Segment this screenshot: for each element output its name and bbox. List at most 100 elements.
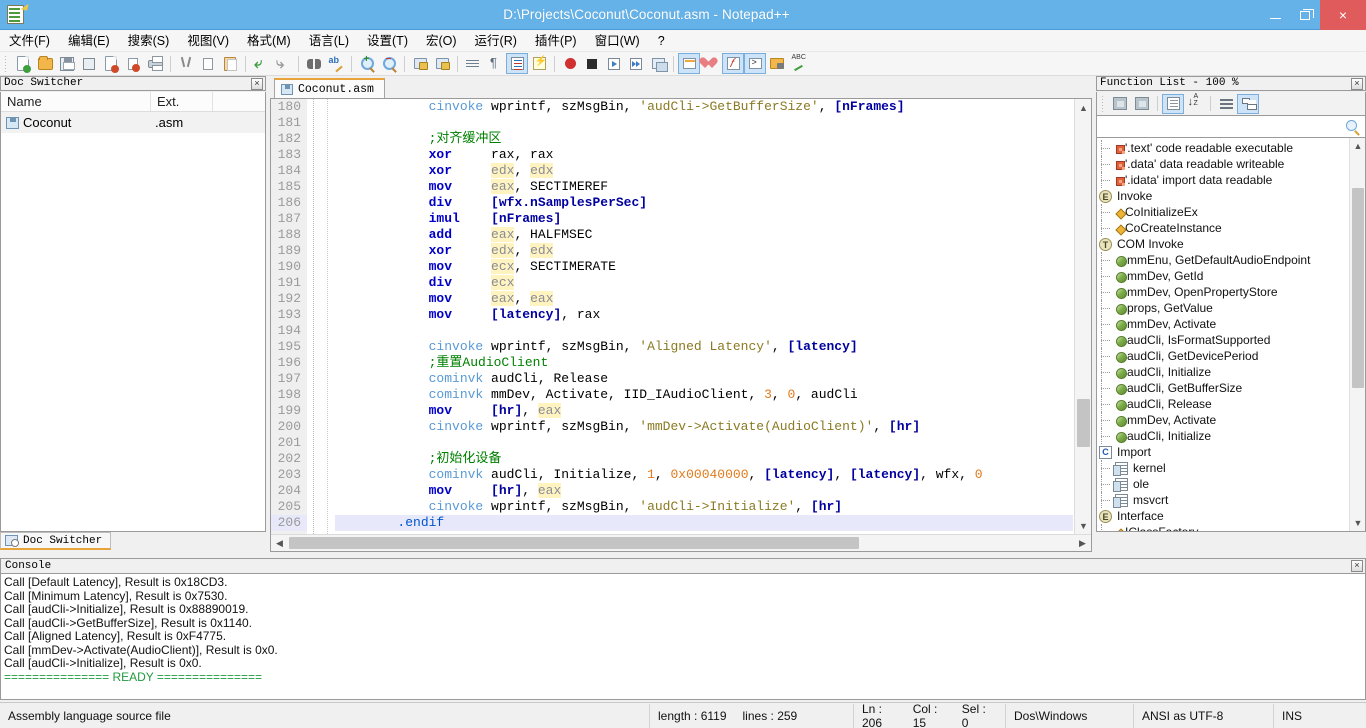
function-list-tree[interactable]: '.text' code readable executable '.data' … bbox=[1096, 138, 1366, 532]
close-button[interactable]: × bbox=[1320, 0, 1366, 30]
sync-vertical-scroll-icon[interactable] bbox=[409, 53, 431, 74]
stop-recording-icon[interactable] bbox=[581, 53, 603, 74]
code-line[interactable]: cominvk mmDev, Activate, IID_IAudioClien… bbox=[335, 387, 1073, 403]
function-list-item[interactable]: T COM Invoke bbox=[1097, 236, 1349, 252]
menu-plugins[interactable]: 插件(P) bbox=[526, 31, 586, 51]
copy-icon[interactable] bbox=[197, 53, 219, 74]
print-icon[interactable] bbox=[144, 53, 166, 74]
zoom-in-icon[interactable] bbox=[356, 53, 378, 74]
function-list-item[interactable]: '.idata' import data readable bbox=[1097, 172, 1349, 188]
code-lines[interactable]: cinvoke wprintf, szMsgBin, 'audCli->GetB… bbox=[335, 99, 1073, 534]
zoom-out-icon[interactable] bbox=[378, 53, 400, 74]
new-file-icon[interactable] bbox=[12, 53, 34, 74]
spell-check-icon[interactable] bbox=[788, 53, 810, 74]
scroll-down-icon[interactable]: ▼ bbox=[1350, 515, 1365, 531]
undo-icon[interactable]: ⤶ bbox=[250, 53, 272, 74]
code-line[interactable]: mov eax, eax bbox=[335, 291, 1073, 307]
show-ui-hints-icon[interactable] bbox=[528, 53, 550, 74]
function-list-item[interactable]: '.text' code readable executable bbox=[1097, 140, 1349, 156]
menu-view[interactable]: 视图(V) bbox=[178, 31, 238, 51]
editor-vertical-scrollbar[interactable]: ▲ ▼ bbox=[1074, 99, 1091, 534]
save-icon[interactable] bbox=[56, 53, 78, 74]
code-line[interactable]: mov [hr], eax bbox=[335, 483, 1073, 499]
code-line[interactable]: mov [latency], rax bbox=[335, 307, 1073, 323]
status-insert-mode[interactable]: INS bbox=[1274, 704, 1334, 728]
show-all-characters-icon[interactable]: ¶ bbox=[484, 53, 506, 74]
code-line[interactable]: cinvoke wprintf, szMsgBin, 'Aligned Late… bbox=[335, 339, 1073, 355]
reload-icon[interactable] bbox=[1109, 94, 1131, 114]
code-line[interactable] bbox=[335, 435, 1073, 451]
function-list-scrollbar[interactable]: ▲ ▼ bbox=[1349, 138, 1365, 531]
play-macro-icon[interactable] bbox=[603, 53, 625, 74]
code-line[interactable]: div ecx bbox=[335, 275, 1073, 291]
save-macro-icon[interactable] bbox=[647, 53, 669, 74]
function-list-item[interactable]: audCli, Initialize bbox=[1097, 364, 1349, 380]
scroll-up-icon[interactable]: ▲ bbox=[1075, 99, 1091, 116]
console-output[interactable]: Call [Default Latency], Result is 0x18CD… bbox=[0, 574, 1366, 700]
cut-icon[interactable] bbox=[175, 53, 197, 74]
open-file-icon[interactable] bbox=[34, 53, 56, 74]
function-list-item[interactable]: audCli, IsFormatSupported bbox=[1097, 332, 1349, 348]
code-line[interactable]: xor edx, edx bbox=[335, 163, 1073, 179]
plugin-manager-icon[interactable] bbox=[722, 53, 744, 74]
function-list-item[interactable]: mmDev, OpenPropertyStore bbox=[1097, 284, 1349, 300]
tab-coconut-asm[interactable]: Coconut.asm bbox=[274, 78, 385, 98]
code-line[interactable]: div [wfx.nSamplesPerSec] bbox=[335, 195, 1073, 211]
find-icon[interactable] bbox=[303, 53, 325, 74]
function-list-item[interactable]: IClassFactory bbox=[1097, 524, 1349, 531]
code-line[interactable]: add eax, HALFMSEC bbox=[335, 227, 1073, 243]
maximize-button[interactable] bbox=[1290, 0, 1320, 30]
function-list-grip[interactable] bbox=[1101, 95, 1106, 113]
scroll-up-icon[interactable]: ▲ bbox=[1350, 138, 1365, 154]
tree-view-icon[interactable] bbox=[1237, 93, 1259, 114]
search-icon[interactable] bbox=[1346, 119, 1360, 134]
code-line[interactable]: .endif bbox=[335, 515, 1073, 531]
function-list-item[interactable]: props, GetValue bbox=[1097, 300, 1349, 316]
function-list-item[interactable]: audCli, GetDevicePeriod bbox=[1097, 348, 1349, 364]
menu-search[interactable]: 搜索(S) bbox=[119, 31, 179, 51]
function-list-item[interactable]: mmEnu, GetDefaultAudioEndpoint bbox=[1097, 252, 1349, 268]
explorer-icon[interactable] bbox=[766, 53, 788, 74]
menu-language[interactable]: 语言(L) bbox=[300, 31, 358, 51]
reload-all-icon[interactable] bbox=[1131, 94, 1153, 114]
save-all-icon[interactable] bbox=[78, 53, 101, 74]
menu-file[interactable]: 文件(F) bbox=[0, 31, 59, 51]
function-list-item[interactable]: audCli, Release bbox=[1097, 396, 1349, 412]
code-line[interactable]: ;重置AudioClient bbox=[335, 355, 1073, 371]
code-line[interactable]: ;初始化设备 bbox=[335, 451, 1073, 467]
fold-margin[interactable] bbox=[307, 99, 321, 534]
console-icon[interactable] bbox=[744, 53, 766, 74]
function-list-item[interactable]: E Invoke bbox=[1097, 188, 1349, 204]
menu-help[interactable]: ? bbox=[649, 31, 674, 51]
sort-by-position-icon[interactable] bbox=[1162, 93, 1184, 114]
run-macro-multiple-icon[interactable] bbox=[625, 53, 647, 74]
code-line[interactable]: mov ecx, SECTIMERATE bbox=[335, 259, 1073, 275]
status-encoding[interactable]: ANSI as UTF-8 bbox=[1134, 703, 1274, 728]
function-list-item[interactable]: msvcrt bbox=[1097, 492, 1349, 508]
function-list-item[interactable]: E Interface bbox=[1097, 508, 1349, 524]
paste-icon[interactable] bbox=[219, 53, 241, 74]
code-line[interactable]: ;对齐缓冲区 bbox=[335, 131, 1073, 147]
code-line[interactable] bbox=[335, 323, 1073, 339]
code-editor[interactable]: 180 181 182 183 184 185 186 187 188 189 190 191 192 1… bbox=[270, 98, 1092, 552]
menu-window[interactable]: 窗口(W) bbox=[586, 31, 649, 51]
editor-horizontal-scrollbar[interactable]: ◀ ▶ bbox=[271, 534, 1091, 551]
code-line[interactable]: xor edx, edx bbox=[335, 243, 1073, 259]
function-list-item[interactable]: ole bbox=[1097, 476, 1349, 492]
flat-list-icon[interactable] bbox=[1215, 94, 1237, 114]
code-line[interactable]: xor rax, rax bbox=[335, 147, 1073, 163]
replace-icon[interactable] bbox=[325, 53, 347, 74]
word-wrap-icon[interactable] bbox=[462, 53, 484, 74]
code-line[interactable]: cinvoke wprintf, szMsgBin, 'audCli->Init… bbox=[335, 499, 1073, 515]
code-line[interactable]: mov eax, SECTIMEREF bbox=[335, 179, 1073, 195]
code-line[interactable]: cominvk audCli, Initialize, 1, 0x0004000… bbox=[335, 467, 1073, 483]
sort-alphabetically-icon[interactable] bbox=[1184, 93, 1206, 114]
menu-edit[interactable]: 编辑(E) bbox=[59, 31, 119, 51]
code-line[interactable]: mov [hr], eax bbox=[335, 403, 1073, 419]
column-header-ext[interactable]: Ext. bbox=[151, 92, 213, 111]
menu-macro[interactable]: 宏(O) bbox=[417, 31, 466, 51]
heart-icon[interactable] bbox=[700, 53, 722, 74]
function-list-item[interactable]: CoInitializeEx bbox=[1097, 204, 1349, 220]
sync-horizontal-scroll-icon[interactable] bbox=[431, 53, 453, 74]
minimize-button[interactable] bbox=[1260, 0, 1290, 30]
